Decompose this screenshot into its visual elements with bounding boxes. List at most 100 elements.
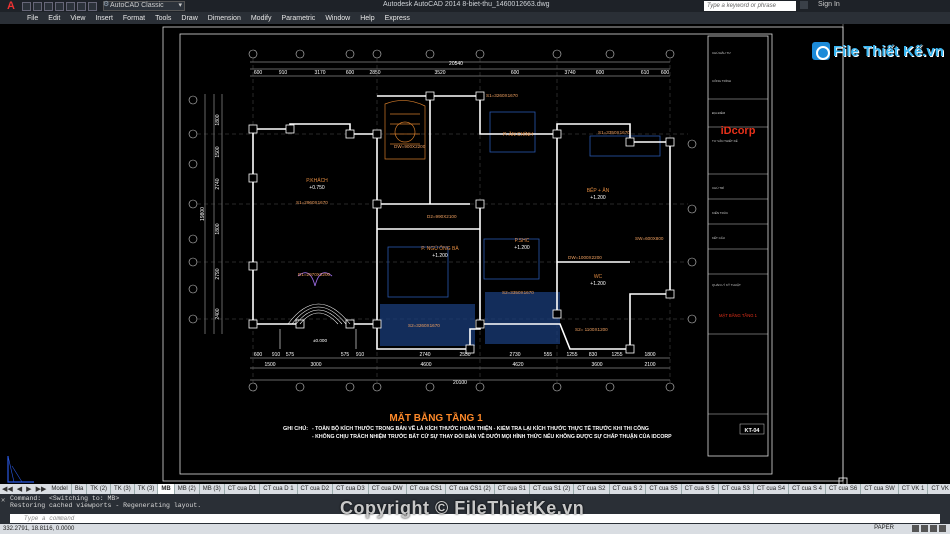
- workspace-switch-icon[interactable]: [921, 525, 928, 532]
- dimension-label: 600: [254, 352, 263, 358]
- layout-tab[interactable]: CT cua S 5: [682, 484, 719, 494]
- clean-screen-icon[interactable]: [939, 525, 946, 532]
- menu-help[interactable]: Help: [356, 15, 380, 22]
- close-icon[interactable]: ✕: [1, 496, 5, 505]
- layout-tab[interactable]: TK (3): [135, 484, 159, 494]
- coordinate-readout: 332.2791, 18.8116, 0.0000: [3, 526, 75, 532]
- print-icon[interactable]: [66, 1, 75, 11]
- bottom-dimension-labels-1: 600 910 575 575 910 2740 2550 2730 555 1255 830 125…: [254, 352, 656, 358]
- new-icon[interactable]: [22, 1, 31, 11]
- dimension-label: 2850: [369, 70, 380, 76]
- layout-tab[interactable]: CT cua S4: [754, 484, 790, 494]
- paper-model-toggle[interactable]: PAPER: [874, 525, 894, 531]
- dimension-label: 2100: [644, 362, 655, 368]
- menu-view[interactable]: View: [66, 15, 91, 22]
- tab-last-icon[interactable]: ▶▶: [34, 485, 49, 493]
- save-as-icon[interactable]: [55, 1, 64, 11]
- dimension-label: 600: [661, 70, 670, 76]
- menu-file[interactable]: File: [23, 15, 44, 22]
- menu-modify[interactable]: Modify: [247, 15, 278, 22]
- dimension-label: 600: [596, 70, 605, 76]
- tab-prev-icon[interactable]: ◀: [15, 485, 24, 493]
- layout-tab[interactable]: TK (3): [111, 484, 135, 494]
- tab-first-icon[interactable]: ◀◀: [0, 485, 15, 493]
- layout-tab[interactable]: CT cua D 1: [260, 484, 298, 494]
- left-dimensions: [204, 94, 223, 334]
- layout-tab[interactable]: TK (2): [87, 484, 112, 494]
- save-icon[interactable]: [44, 1, 53, 11]
- undo-icon[interactable]: [77, 1, 86, 11]
- workspace-select[interactable]: AutoCAD Classic: [103, 1, 185, 11]
- entrance-elevation: ±0.000: [313, 338, 327, 343]
- bottom-total-dim: 20100: [453, 380, 467, 386]
- menu-format[interactable]: Format: [119, 15, 151, 22]
- layout-tab[interactable]: MB: [158, 484, 175, 494]
- door-window-tag: S2=3350X1670: [502, 290, 534, 295]
- menu-window[interactable]: Window: [321, 15, 356, 22]
- layout-tab[interactable]: CT cua DW: [369, 484, 407, 494]
- left-dimension-labels: 1800 1500 2740 1800 2790 2400: [215, 114, 221, 319]
- layout-tab[interactable]: Bia: [72, 484, 88, 494]
- layout-tab[interactable]: CT cua S3: [719, 484, 754, 494]
- water-feature-area: [485, 292, 560, 344]
- sign-in-button[interactable]: Sign In: [818, 1, 840, 8]
- layout-tab[interactable]: CT cua D3: [333, 484, 369, 494]
- layout-tab[interactable]: Model: [48, 484, 72, 494]
- tab-next-icon[interactable]: ▶: [24, 485, 33, 493]
- redo-icon[interactable]: [88, 1, 97, 11]
- menu-draw[interactable]: Draw: [177, 15, 203, 22]
- menu-dimension[interactable]: Dimension: [204, 15, 247, 22]
- layout-tab[interactable]: CT cua S6: [826, 484, 862, 494]
- layout-tab[interactable]: CT cua S1: [495, 484, 530, 494]
- layout-tab[interactable]: MB (3): [200, 484, 225, 494]
- drawing-canvas[interactable]: 600 910 3170 600 2850 3520 600 3740 600 610 600 20…: [0, 24, 950, 484]
- dimension-label: 4600: [420, 362, 431, 368]
- dimension-label: 910: [279, 70, 288, 76]
- application-menu-button[interactable]: A: [0, 0, 22, 12]
- layout-tab[interactable]: MB (2): [175, 484, 200, 494]
- open-icon[interactable]: [33, 1, 42, 11]
- layout-tab[interactable]: CT cua D1: [225, 484, 261, 494]
- title-block-row: CHỦ ĐẦU TƯ: [712, 50, 731, 55]
- note-1: - TOÀN BỘ KÍCH THƯỚC TRONG BẢN VẼ LÀ KÍC…: [312, 424, 649, 432]
- left-total-dim: 19800: [200, 207, 206, 221]
- room-label: P.KHÁCH: [306, 177, 328, 184]
- door-window-tag: D2=990X2100: [427, 214, 457, 219]
- layout-tab[interactable]: CT cua S1 (2): [530, 484, 575, 494]
- status-tray: [912, 525, 946, 532]
- dimension-label: 600: [346, 70, 355, 76]
- title-block-row: CÔNG TRÌNH: [712, 78, 731, 83]
- menu-insert[interactable]: Insert: [91, 15, 119, 22]
- layout-tab[interactable]: CT cua CS1: [407, 484, 447, 494]
- ucs-icon: [7, 455, 34, 483]
- sheet-title: MẶT BẰNG TẦNG 1: [719, 313, 758, 318]
- door-window-tag: DW=900X2200: [394, 144, 426, 149]
- layout-tab[interactable]: CT cua S5: [646, 484, 682, 494]
- menu-edit[interactable]: Edit: [44, 15, 66, 22]
- dimension-label: 555: [544, 352, 553, 358]
- status-bar: 332.2791, 18.8116, 0.0000 PAPER: [0, 524, 950, 534]
- company-logo-text: iDcorp: [721, 125, 756, 137]
- layout-tab[interactable]: CT cua S2: [574, 484, 610, 494]
- lock-icon[interactable]: [930, 525, 937, 532]
- layout-tabs: ◀◀ ◀ ▶ ▶▶ Model Bia TK (2) TK (3) TK (3) MB MB…: [0, 484, 950, 494]
- layout-tab[interactable]: CT cua SW: [861, 484, 899, 494]
- layout-tab[interactable]: CT cua CS1 (2): [446, 484, 495, 494]
- layout-tab[interactable]: CT cua S 4: [789, 484, 826, 494]
- search-input[interactable]: Type a keyword or phrase: [704, 1, 796, 11]
- quick-access-toolbar: [22, 1, 97, 11]
- menu-parametric[interactable]: Parametric: [277, 15, 321, 22]
- layout-tab[interactable]: CT cua S 2: [610, 484, 647, 494]
- title-block-row: ĐỊA ĐIỂM: [712, 110, 726, 115]
- search-icon[interactable]: [800, 1, 808, 9]
- room-label: BẾP + ĂN: [587, 187, 610, 194]
- dimension-label: 3000: [310, 362, 321, 368]
- layout-tab[interactable]: CT VK 1: [899, 484, 929, 494]
- room-label: P.SHC: [515, 238, 530, 244]
- layout-tab[interactable]: CT cua D2: [298, 484, 334, 494]
- annotation-scale-icon[interactable]: [912, 525, 919, 532]
- window-title: Autodesk AutoCAD 2014 8-biet-thu_1460012…: [383, 1, 550, 8]
- layout-tab[interactable]: CT VK 1: [928, 484, 950, 494]
- menu-tools[interactable]: Tools: [151, 15, 177, 22]
- menu-express[interactable]: Express: [381, 15, 416, 22]
